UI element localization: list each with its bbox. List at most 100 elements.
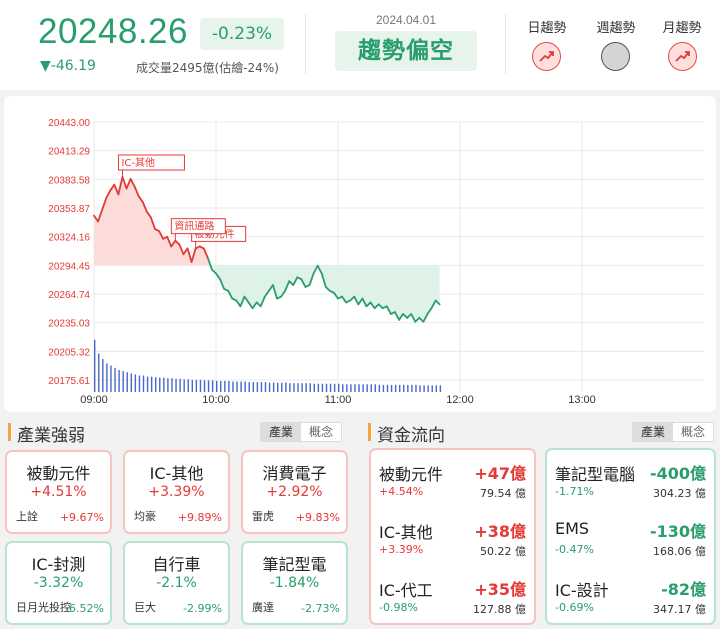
volume-bar: [98, 353, 100, 392]
divider: [305, 14, 306, 74]
volume-bar: [155, 377, 157, 392]
industry-name: IC-封測: [31, 555, 86, 574]
volume-bar: [325, 383, 328, 392]
volume-bar: [163, 377, 165, 392]
volume-bar: [134, 374, 137, 392]
leading-stock-pct: +9.83%: [295, 511, 340, 524]
volume-bar: [399, 384, 401, 392]
volume-bar: [146, 376, 149, 392]
outflow-row[interactable]: EMS -130億 -0.47% 168.06 億: [547, 508, 714, 566]
leading-stock: 日月光投控: [16, 601, 71, 614]
tab-concept[interactable]: 概念: [301, 423, 341, 441]
volume-bar: [211, 380, 214, 392]
tab-industry[interactable]: 產業: [261, 423, 301, 441]
intraday-chart-panel: 20443.00 20413.29 20383.58 20353.87 20324.16…: [4, 96, 716, 412]
volume-bar: [106, 363, 108, 392]
index-price: 20248.26: [38, 12, 188, 51]
trend-up-icon[interactable]: [668, 42, 697, 71]
volume-bar: [370, 384, 372, 392]
volume-bar: [321, 383, 324, 392]
flow-pct: -0.98%: [379, 601, 418, 614]
trend-badge: 趨勢偏空: [335, 31, 477, 71]
leading-stock: 巨大: [134, 601, 156, 614]
industry-name: 筆記型電: [262, 555, 327, 574]
volume-bar: [167, 378, 169, 392]
volume-bar: [313, 383, 315, 392]
y-tick-label: 20235.03: [48, 319, 90, 330]
tab-industry[interactable]: 產業: [633, 423, 673, 441]
leading-stock-pct: -2.73%: [301, 602, 340, 615]
leading-stock: 均豪: [134, 510, 156, 523]
volume-bar: [191, 379, 193, 392]
y-tick-label: 20443.00: [48, 118, 90, 129]
volume-bar: [102, 359, 104, 392]
volume-bar: [142, 375, 145, 392]
flow-industry-name: 筆記型電腦: [555, 465, 636, 484]
volume-bar: [285, 382, 287, 392]
volume-bar: [431, 385, 433, 392]
volume-bar: [419, 385, 421, 392]
industry-card[interactable]: 消費電子 +2.92% 雷虎 +9.83%: [241, 450, 348, 534]
fund-flow-toggle: 產業 概念: [632, 422, 714, 442]
volume-bar: [252, 382, 254, 392]
volume-bar: [175, 378, 177, 392]
volume-bar: [199, 379, 202, 392]
volume-bar: [350, 384, 352, 392]
volume-bar: [281, 382, 283, 392]
industry-name: 被動元件: [26, 464, 91, 483]
volume-bar: [150, 376, 153, 392]
industry-name: 消費電子: [262, 464, 327, 483]
volume-bar: [338, 383, 340, 392]
flow-value: -82億: [661, 580, 706, 599]
industry-pct: +3.39%: [148, 484, 205, 500]
volume-bar: [407, 384, 409, 392]
inflow-row[interactable]: IC-其他 +38億 +3.39% 50.22 億: [371, 508, 534, 566]
volume-bar: [317, 383, 320, 392]
outflow-row[interactable]: IC-設計 -82億 -0.69% 347.17 億: [547, 566, 714, 624]
industry-card[interactable]: 被動元件 +4.51% 上詮 +9.67%: [5, 450, 112, 534]
y-tick-label: 20353.87: [48, 204, 90, 215]
industry-pct: -2.1%: [156, 575, 197, 591]
x-tick-label: 13:00: [568, 394, 596, 406]
industry-pct: +2.92%: [266, 484, 323, 500]
volume-bar: [268, 382, 271, 392]
volume-bar: [297, 383, 299, 392]
index-change-pct: -0.23%: [200, 18, 284, 50]
trend-neutral-icon[interactable]: [601, 42, 630, 71]
volume-bar: [171, 378, 173, 392]
industry-pct: -3.32%: [33, 575, 84, 591]
volume-bar: [159, 377, 161, 392]
volume-bar: [362, 384, 364, 392]
volume-bar: [272, 382, 275, 392]
volume-bar: [236, 381, 238, 392]
outflow-panel: 筆記型電腦 -400億 -1.71% 304.23 億 EMS -130億 -0…: [545, 448, 716, 625]
flow-amount: 347.17 億: [653, 603, 706, 616]
intraday-chart[interactable]: 20443.00 20413.29 20383.58 20353.87 20324.16…: [4, 96, 716, 412]
industry-card[interactable]: IC-封測 -3.32% 日月光投控 -6.52%: [5, 541, 112, 625]
flow-industry-name: IC-代工: [379, 581, 433, 600]
volume-bar: [366, 384, 368, 392]
daily-trend-label: 日趨勢: [527, 21, 567, 36]
industry-card[interactable]: 自行車 -2.1% 巨大 -2.99%: [123, 541, 230, 625]
volume-bar: [309, 383, 311, 392]
volume-bar: [179, 378, 181, 392]
volume-bar: [260, 382, 263, 392]
industry-card[interactable]: 筆記型電 -1.84% 廣達 -2.73%: [241, 541, 348, 625]
volume-bar: [301, 383, 303, 392]
tab-concept[interactable]: 概念: [673, 423, 713, 441]
volume-bar: [354, 384, 356, 392]
flow-industry-name: 被動元件: [379, 465, 444, 484]
weekly-trend-label: 週趨勢: [596, 21, 636, 36]
volume-bar: [195, 379, 198, 392]
inflow-row[interactable]: 被動元件 +47億 +4.54% 79.54 億: [371, 450, 534, 508]
industry-card[interactable]: IC-其他 +3.39% 均豪 +9.89%: [123, 450, 230, 534]
flow-pct: -0.69%: [555, 601, 594, 614]
volume-bar: [187, 379, 189, 392]
y-tick-label: 20264.74: [48, 290, 90, 301]
outflow-row[interactable]: 筆記型電腦 -400億 -1.71% 304.23 億: [547, 450, 714, 508]
volume-bar: [374, 384, 376, 392]
inflow-row[interactable]: IC-代工 +35億 -0.98% 127.88 億: [371, 566, 534, 624]
volume-bar: [130, 373, 132, 392]
y-tick-label: 20205.32: [48, 347, 90, 358]
trend-up-icon[interactable]: [532, 42, 561, 71]
